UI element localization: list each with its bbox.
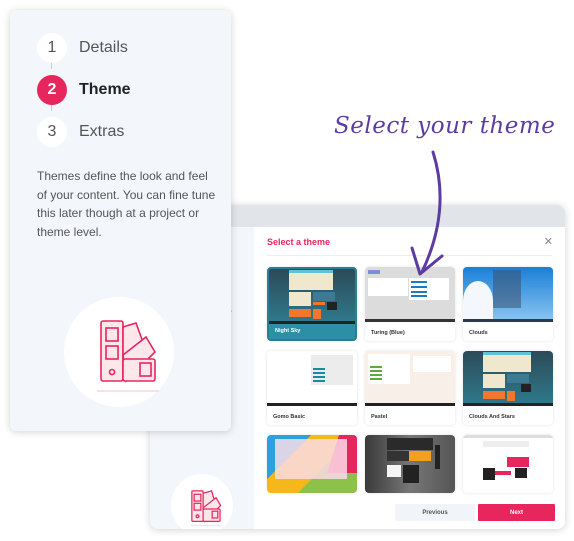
step-number: 2 [37,75,67,105]
theme-thumbnail [365,435,455,493]
theme-name: Night Sky [275,328,301,334]
step-details[interactable]: 1 Details [37,27,131,69]
theme-card-red-white[interactable] [463,435,553,493]
divider [267,255,552,256]
close-icon[interactable]: ✕ [544,235,553,248]
step-label: Theme [79,81,131,98]
step-number: 1 [37,33,67,63]
color-swatch-fan-icon [190,490,222,526]
modal-main: Select a theme ✕ Night Sky Turing (Blue)… [254,227,565,529]
theme-name: Clouds [469,330,488,336]
next-button[interactable]: Next [478,504,555,521]
modal-title: Select a theme [267,237,331,247]
theme-name: Gomo Basic [273,414,306,420]
theme-card-turing-blue[interactable]: Turing (Blue) [365,267,455,341]
previous-button[interactable]: Previous [395,504,475,521]
theme-thumbnail [463,351,553,406]
steps-panel: 1 Details 2 Theme 3 Extras Themes define… [10,10,231,431]
theme-card-clouds-and-stars[interactable]: Clouds And Stars [463,351,553,425]
theme-card-pastel[interactable]: Pastel [365,351,455,425]
theme-thumbnail [267,435,357,493]
theme-thumbnail [463,267,553,322]
theme-name: Pastel [371,414,388,420]
theme-thumbnail [365,351,455,406]
sidebar-swatch-illustration [171,474,233,529]
step-label: Extras [79,123,125,140]
step-theme[interactable]: 2 Theme [37,69,131,111]
theme-card-night-sky[interactable]: Night Sky [267,267,357,341]
theme-description: Themes define the look and feel of your … [37,169,216,239]
swatch-illustration [64,297,174,407]
theme-thumbnail [365,267,455,322]
annotation-text: Select your theme [334,113,556,139]
theme-thumbnail [269,269,355,324]
step-number: 3 [37,117,67,147]
theme-thumbnail [267,351,357,406]
theme-card-colorful[interactable] [267,435,357,493]
theme-name: Clouds And Stars [469,414,515,420]
theme-card-dark-photo[interactable] [365,435,455,493]
step-extras[interactable]: 3 Extras [37,111,131,153]
theme-name: Turing (Blue) [371,330,405,336]
step-list: 1 Details 2 Theme 3 Extras [37,27,131,153]
theme-thumbnail [463,435,553,493]
theme-card-gomo-basic[interactable]: Gomo Basic [267,351,357,425]
step-label: Details [79,39,128,56]
theme-card-clouds[interactable]: Clouds [463,267,553,341]
color-swatch-fan-icon [97,320,159,392]
